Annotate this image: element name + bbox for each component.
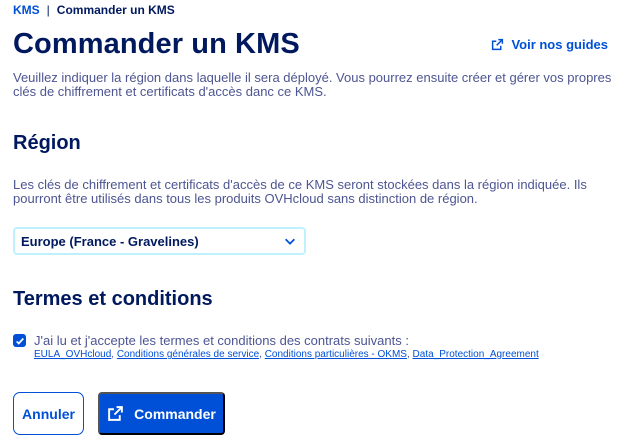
- terms-links: EULA_OVHcloud, Conditions générales de s…: [34, 349, 539, 361]
- link-data-protection[interactable]: Data_Protection_Agreement: [413, 349, 539, 360]
- external-link-icon: [492, 38, 504, 51]
- terms-title: Termes et conditions: [13, 288, 213, 310]
- guides-link[interactable]: Voir nos guides: [491, 37, 608, 52]
- external-link-icon: [108, 406, 123, 421]
- order-button-label: Commander: [134, 405, 216, 422]
- breadcrumb: KMS | Commander un KMS: [13, 3, 175, 17]
- chevron-down-icon: [285, 238, 295, 245]
- page-title: Commander un KMS: [13, 28, 300, 60]
- check-icon: [15, 337, 24, 345]
- breadcrumb-separator: |: [46, 3, 50, 17]
- link-conditions-particulieres[interactable]: Conditions particulières - OKMS: [265, 349, 407, 360]
- guides-link-label: Voir nos guides: [511, 37, 608, 52]
- terms-acceptance: J'ai lu et j'accepte les termes et condi…: [13, 333, 539, 361]
- intro-text: Veuillez indiquer la région dans laquell…: [13, 70, 612, 99]
- order-button[interactable]: Commander: [98, 392, 225, 435]
- region-select-value: Europe (France - Gravelines): [21, 233, 199, 249]
- terms-accept-text: J'ai lu et j'accepte les termes et condi…: [34, 333, 409, 348]
- region-select[interactable]: Europe (France - Gravelines): [13, 227, 306, 255]
- link-conditions-generales[interactable]: Conditions générales de service: [117, 349, 259, 360]
- region-description: Les clés de chiffrement et certificats d…: [13, 177, 587, 206]
- region-title: Région: [13, 132, 81, 154]
- terms-checkbox[interactable]: [13, 334, 26, 347]
- cancel-button[interactable]: Annuler: [13, 392, 84, 435]
- breadcrumb-root-link[interactable]: KMS: [13, 3, 40, 17]
- link-eula[interactable]: EULA_OVHcloud: [34, 349, 111, 360]
- breadcrumb-current: Commander un KMS: [56, 3, 175, 17]
